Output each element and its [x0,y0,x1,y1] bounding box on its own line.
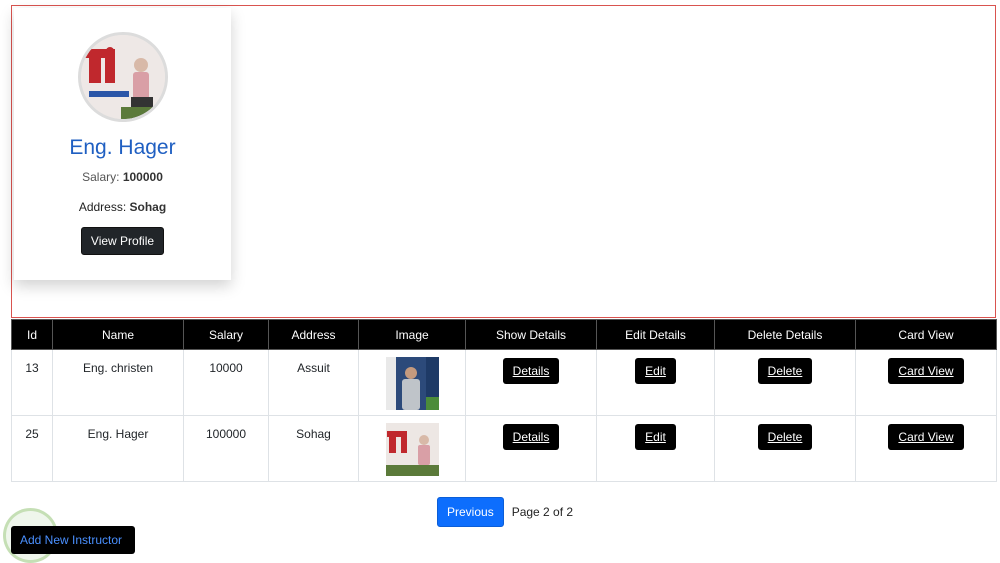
cell-show-details: Details [465,349,597,416]
cell-name: Eng. Hager [52,415,184,482]
cell-name: Eng. christen [52,349,184,416]
cell-salary: 100000 [183,415,269,482]
cell-id: 13 [11,349,53,416]
cell-edit-details: Edit [596,415,715,482]
cell-delete-details: Delete [714,415,856,482]
delete-button[interactable]: Delete [757,424,813,450]
address-label: Address: [78,200,127,214]
card-name: Eng. Hager [69,136,176,159]
instructors-table: Id Name Salary Address Image Show Detail… [11,319,997,482]
cell-image [358,349,466,416]
profile-card: Eng. Hager Salary: 100000 Address: Sohag… [14,8,231,280]
cell-address: Sohag [268,415,359,482]
table-row: 13 Eng. christen 10000 Assuit Details Ed… [11,349,997,416]
header-image: Image [358,319,466,350]
header-name: Name [52,319,184,350]
details-button[interactable]: Details [502,358,560,384]
header-delete-details: Delete Details [714,319,856,350]
cell-id: 25 [11,415,53,482]
table-header-row: Id Name Salary Address Image Show Detail… [11,319,997,350]
header-show-details: Show Details [465,319,597,350]
cell-image [358,415,466,482]
delete-button[interactable]: Delete [757,358,813,384]
cell-card-view: Card View [855,349,997,416]
header-address: Address [268,319,359,350]
cell-card-view: Card View [855,415,997,482]
cell-delete-details: Delete [714,349,856,416]
cell-edit-details: Edit [596,349,715,416]
cell-address: Assuit [268,349,359,416]
cell-salary: 10000 [183,349,269,416]
salary-label: Salary: [82,170,120,184]
card-area: Eng. Hager Salary: 100000 Address: Sohag… [11,5,996,318]
avatar [77,32,168,122]
card-address: Address: Sohag [14,200,231,214]
header-card-view: Card View [855,319,997,350]
header-edit-details: Edit Details [596,319,715,350]
details-button[interactable]: Details [502,424,560,450]
header-salary: Salary [183,319,269,350]
header-id: Id [11,319,53,350]
card-view-button[interactable]: Card View [888,358,964,384]
edit-button[interactable]: Edit [635,424,676,450]
page-info: Page 2 of 2 [511,505,574,519]
instructor-photo [385,357,439,410]
salary-value: 100000 [122,170,163,184]
card-view-button[interactable]: Card View [888,424,964,450]
add-new-instructor-button[interactable]: Add New Instructor [11,526,135,554]
card-salary: Salary: 100000 [14,170,231,184]
view-profile-button[interactable]: View Profile [80,227,165,255]
table-row: 25 Eng. Hager 100000 Sohag Details Edit … [11,415,997,482]
pagination: Previous Page 2 of 2 [437,497,573,527]
address-value: Sohag [129,200,167,214]
cell-show-details: Details [465,415,597,482]
edit-button[interactable]: Edit [635,358,676,384]
instructor-photo [385,423,439,476]
previous-button[interactable]: Previous [437,497,504,527]
